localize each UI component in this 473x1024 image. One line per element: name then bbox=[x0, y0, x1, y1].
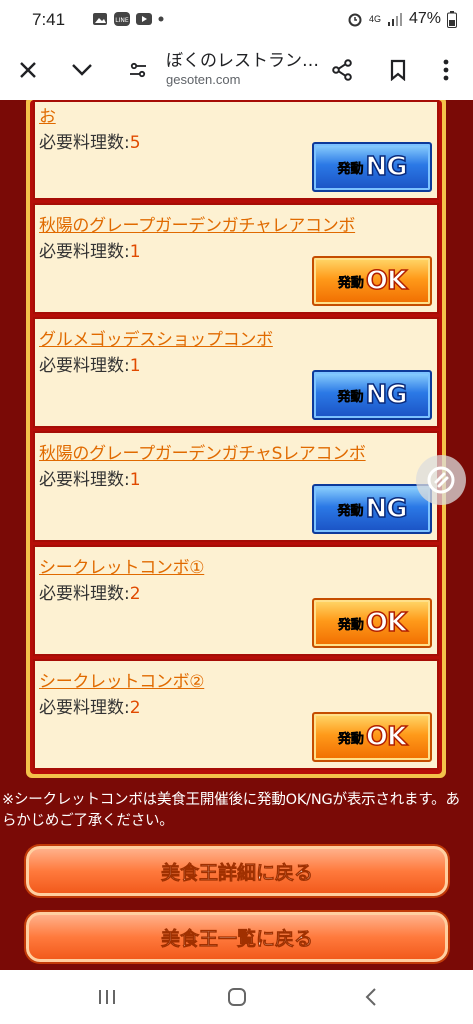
required-dishes: 必要料理数:1 bbox=[39, 237, 141, 262]
combo-card: シークレットコンボ② 必要料理数:2 発動 OK bbox=[33, 659, 439, 770]
badge-prefix: 発動 bbox=[337, 503, 364, 519]
combo-card: グルメゴッデスショップコンボ 必要料理数:1 発動 NG bbox=[33, 317, 439, 428]
page-url[interactable]: gesoten.com bbox=[166, 72, 240, 87]
required-label: 必要料理数: bbox=[39, 133, 130, 153]
combo-name-link[interactable]: シークレットコンボ② bbox=[39, 667, 205, 692]
site-settings-button[interactable] bbox=[120, 52, 156, 88]
activation-ng-badge: 発動 NG bbox=[312, 370, 432, 420]
gesoten-logo-icon bbox=[427, 466, 455, 494]
back-chevron-icon bbox=[365, 988, 376, 1006]
home-icon bbox=[228, 988, 246, 1006]
badge-prefix: 発動 bbox=[337, 161, 364, 177]
network-type: 4G bbox=[368, 14, 381, 24]
chevron-down-icon bbox=[72, 64, 92, 76]
back-button[interactable] bbox=[356, 984, 386, 1010]
bookmark-button[interactable] bbox=[380, 52, 416, 88]
web-content: お 必要料理数:5 発動 NG 秋陽のグレープガーデンガチャレアコンボ 必要料理数… bbox=[0, 100, 473, 970]
alarm-icon bbox=[348, 13, 362, 27]
combo-name-link[interactable]: 秋陽のグレープガーデンガチャレアコンボ bbox=[39, 211, 355, 236]
required-dishes: 必要料理数:1 bbox=[39, 465, 141, 490]
required-label: 必要料理数: bbox=[39, 470, 130, 490]
combo-card: シークレットコンボ① 必要料理数:2 発動 OK bbox=[33, 545, 439, 656]
badge-status: OK bbox=[365, 721, 408, 753]
back-to-detail-button[interactable]: 美食王詳細に戻る bbox=[26, 846, 448, 896]
back-to-list-button[interactable]: 美食王一覧に戻る bbox=[26, 912, 448, 962]
page-title: ぼくのレストラン… bbox=[166, 51, 319, 71]
close-tab-button[interactable] bbox=[10, 52, 46, 88]
badge-prefix: 発動 bbox=[337, 275, 365, 291]
required-dishes: 必要料理数:5 bbox=[39, 128, 141, 153]
badge-status: NG bbox=[365, 379, 409, 411]
browser-toolbar: ぼくのレストラン… gesoten.com bbox=[0, 40, 473, 100]
battery-percent: 47% bbox=[408, 10, 441, 27]
required-label: 必要料理数: bbox=[39, 356, 130, 376]
badge-status: OK bbox=[365, 607, 408, 639]
activation-ng-badge: 発動 NG bbox=[312, 484, 432, 534]
badge-status: OK bbox=[365, 265, 408, 297]
more-menu-button[interactable] bbox=[428, 52, 464, 88]
required-dishes: 必要料理数:2 bbox=[39, 579, 141, 604]
combo-card: 秋陽のグレープガーデンガチャレアコンボ 必要料理数:1 発動 OK bbox=[33, 203, 439, 314]
required-count: 2 bbox=[129, 698, 141, 718]
combo-list-frame: お 必要料理数:5 発動 NG 秋陽のグレープガーデンガチャレアコンボ 必要料理数… bbox=[26, 100, 446, 778]
required-label: 必要料理数: bbox=[39, 698, 130, 718]
badge-status: NG bbox=[365, 151, 409, 183]
minimize-button[interactable] bbox=[64, 52, 100, 88]
combo-name-link[interactable]: グルメゴッデスショップコンボ bbox=[39, 325, 273, 350]
combo-list: お 必要料理数:5 発動 NG 秋陽のグレープガーデンガチャレアコンボ 必要料理数… bbox=[30, 100, 442, 774]
svg-text:LINE: LINE bbox=[115, 17, 129, 24]
status-right: 4G 47% bbox=[347, 10, 457, 28]
required-dishes: 必要料理数:2 bbox=[39, 693, 141, 718]
required-label: 必要料理数: bbox=[39, 584, 130, 604]
system-navigation-bar bbox=[0, 970, 473, 1024]
recent-apps-button[interactable] bbox=[92, 984, 122, 1010]
activation-ng-badge: 発動 NG bbox=[312, 142, 432, 192]
close-icon bbox=[20, 62, 36, 78]
required-dishes: 必要料理数:1 bbox=[39, 351, 141, 376]
tune-icon bbox=[130, 62, 146, 78]
activation-ok-badge: 発動 OK bbox=[312, 598, 432, 648]
badge-prefix: 発動 bbox=[337, 617, 365, 633]
recent-apps-icon bbox=[99, 990, 115, 1004]
more-vert-icon bbox=[443, 59, 449, 81]
more-notifications-dot-icon bbox=[158, 16, 164, 22]
status-bar: 7:41 LINE 4G 47% bbox=[0, 0, 473, 40]
badge-prefix: 発動 bbox=[337, 731, 365, 747]
status-time: 7:41 bbox=[32, 10, 66, 29]
badge-prefix: 発動 bbox=[337, 389, 364, 405]
required-count: 5 bbox=[129, 133, 141, 153]
combo-name-link[interactable]: シークレットコンボ① bbox=[39, 553, 205, 578]
combo-name-link[interactable]: 秋陽のグレープガーデンガチャSレアコンボ bbox=[39, 439, 366, 464]
combo-card: 秋陽のグレープガーデンガチャSレアコンボ 必要料理数:1 発動 NG bbox=[33, 431, 439, 542]
line-app-icon: LINE bbox=[114, 12, 130, 26]
required-count: 2 bbox=[129, 584, 141, 604]
activation-ok-badge: 発動 OK bbox=[312, 712, 432, 762]
bookmark-icon bbox=[390, 59, 406, 81]
required-count: 1 bbox=[129, 242, 141, 262]
required-label: 必要料理数: bbox=[39, 242, 130, 262]
battery-icon bbox=[447, 10, 457, 28]
required-count: 1 bbox=[129, 470, 141, 490]
required-count: 1 bbox=[129, 356, 141, 376]
secret-combo-note: ※シークレットコンボは美食王開催後に発動OK/NGが表示されます。あらかじめご了… bbox=[2, 792, 460, 829]
notification-icons: LINE bbox=[92, 11, 164, 27]
share-button[interactable] bbox=[324, 52, 360, 88]
gallery-icon bbox=[93, 13, 107, 25]
signal-icon bbox=[387, 13, 402, 26]
floating-action-button[interactable] bbox=[416, 455, 466, 505]
activation-ok-badge: 発動 OK bbox=[312, 256, 432, 306]
home-button[interactable] bbox=[222, 984, 252, 1010]
youtube-icon bbox=[136, 13, 152, 25]
share-icon bbox=[332, 59, 352, 81]
badge-status: NG bbox=[365, 493, 409, 525]
combo-name-link[interactable]: お bbox=[39, 102, 56, 127]
combo-card: お 必要料理数:5 発動 NG bbox=[33, 100, 439, 200]
